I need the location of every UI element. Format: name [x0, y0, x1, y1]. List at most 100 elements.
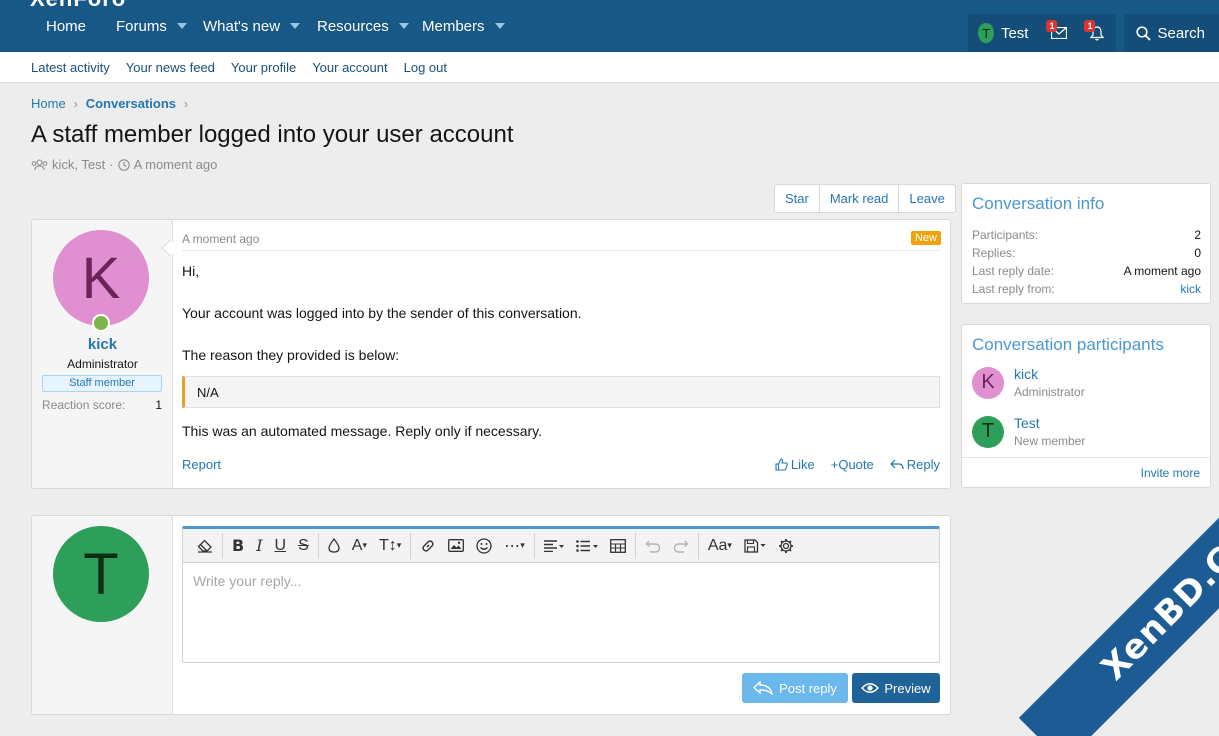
inbox-count-badge: 1	[1046, 20, 1058, 32]
table-icon[interactable]	[604, 533, 632, 559]
participants-title: Conversation participants	[972, 335, 1164, 354]
info-label: Last reply date:	[972, 264, 1055, 278]
font-style-icon[interactable]: Aa ▾	[702, 533, 738, 559]
message-date[interactable]: A moment ago	[182, 232, 259, 246]
avatar[interactable]: T	[972, 415, 1004, 448]
reply-input[interactable]: Write your reply...	[193, 573, 301, 589]
reaction-score-label: Reaction score:	[42, 398, 126, 412]
toolbar-separator	[410, 532, 412, 559]
subnav-profile[interactable]: Your profile	[231, 60, 296, 75]
nav-tab-label: Resources	[317, 17, 389, 35]
participant-info: kick Administrator	[1014, 366, 1085, 399]
nav-tab-resources[interactable]: Resources	[317, 0, 409, 52]
nav-tab-whats-new[interactable]: What's new	[203, 0, 301, 52]
underline-icon[interactable]: U	[269, 533, 293, 559]
participant-name[interactable]: Test	[1014, 415, 1085, 431]
redo-icon[interactable]	[667, 533, 695, 559]
message-author[interactable]: kick	[32, 336, 173, 353]
avatar[interactable]: T	[53, 526, 149, 622]
avatar[interactable]: K	[972, 366, 1004, 399]
nav-tab-label: Members	[422, 17, 485, 35]
subnav-account[interactable]: Your account	[312, 60, 387, 75]
nav-tab-members[interactable]: Members	[422, 0, 505, 52]
conversation-message: K kick Administrator Staff member Reacti…	[31, 219, 951, 489]
reaction-score: Reaction score: 1	[42, 398, 162, 412]
reply-button[interactable]: Reply	[889, 457, 940, 472]
account-menu[interactable]: T Test	[968, 14, 1041, 52]
account-nav: T Test 1 1 Search	[968, 14, 1219, 52]
editor-toolbar: B I U S A ▾ T↕ ▾ ⋯ ▾ Aa ▾	[183, 529, 939, 563]
preview-label: Preview	[884, 680, 931, 696]
message-footer: Report Like +Quote Reply	[182, 457, 940, 472]
subnav-news-feed[interactable]: Your news feed	[126, 60, 215, 75]
participant-item: T Test New member	[972, 415, 1085, 448]
account-username: Test	[1000, 24, 1029, 42]
text-color-icon[interactable]	[322, 533, 346, 559]
strikethrough-icon[interactable]: S	[292, 533, 315, 559]
participant-role: Administrator	[1014, 385, 1085, 399]
participant-name[interactable]: kick	[1014, 366, 1085, 382]
align-icon[interactable]	[538, 533, 570, 559]
toolbar-separator	[222, 532, 223, 559]
bold-icon[interactable]: B	[226, 533, 250, 559]
participant-names[interactable]: kick, Test	[52, 157, 105, 172]
preview-button[interactable]: Preview	[852, 673, 940, 703]
drafts-icon[interactable]	[738, 533, 772, 559]
quote-button[interactable]: +Quote	[831, 457, 874, 472]
quote-block: N/A	[182, 376, 940, 408]
info-label: Replies:	[972, 246, 1016, 260]
eye-icon	[861, 683, 880, 693]
gear-icon[interactable]	[772, 533, 800, 559]
reply-icon	[889, 459, 904, 470]
more-options-icon[interactable]: ⋯ ▾	[498, 533, 531, 559]
conversation-actions: Star Mark read Leave	[774, 184, 956, 213]
info-row: Last reply from: kick	[972, 282, 1201, 300]
breadcrumb-home[interactable]: Home	[31, 96, 66, 111]
avatar[interactable]: K	[53, 230, 149, 326]
list-icon[interactable]	[570, 533, 604, 559]
image-icon[interactable]	[442, 533, 470, 559]
message-line: Hi,	[182, 263, 200, 279]
reply-user-panel: T	[32, 516, 173, 714]
divider	[182, 250, 940, 251]
avatar: T	[978, 23, 994, 43]
subnav-latest-activity[interactable]: Latest activity	[31, 60, 110, 75]
chevron-down-icon[interactable]	[176, 23, 187, 29]
chevron-right-icon: ›	[184, 96, 188, 111]
alerts-button[interactable]: 1	[1078, 14, 1117, 52]
leave-button[interactable]: Leave	[899, 185, 954, 212]
invite-more-link[interactable]: Invite more	[962, 457, 1210, 487]
reaction-score-value: 1	[155, 398, 162, 412]
clear-formatting-icon[interactable]	[191, 533, 219, 559]
page-title: A staff member logged into your user acc…	[31, 121, 514, 148]
mark-read-button[interactable]: Mark read	[820, 185, 900, 212]
search-button[interactable]: Search	[1124, 14, 1219, 52]
conversation-info-list: Participants: 2 Replies: 0 Last reply da…	[972, 228, 1201, 300]
nav-tab-forums[interactable]: Forums	[116, 0, 187, 52]
message-actions: Like +Quote Reply	[775, 457, 940, 472]
like-button[interactable]: Like	[775, 457, 815, 472]
star-button[interactable]: Star	[775, 185, 820, 212]
chevron-down-icon[interactable]	[494, 23, 505, 29]
font-family-icon[interactable]: A ▾	[346, 533, 373, 559]
report-link[interactable]: Report	[182, 457, 221, 472]
breadcrumb-conversations[interactable]: Conversations	[86, 96, 176, 111]
top-navigation: XenForo Home Forums What's new Resources…	[0, 0, 1219, 52]
link-icon[interactable]	[414, 533, 442, 559]
font-size-icon[interactable]: T↕ ▾	[373, 533, 407, 559]
info-value: 0	[1194, 246, 1201, 260]
subnav-log-out[interactable]: Log out	[404, 60, 447, 75]
nav-tab-home[interactable]: Home	[46, 0, 86, 52]
inbox-button[interactable]: 1	[1040, 14, 1079, 52]
conversation-time: A moment ago	[133, 157, 218, 172]
participant-role: New member	[1014, 434, 1086, 448]
last-reply-user-link[interactable]: kick	[1180, 282, 1201, 300]
post-reply-button[interactable]: Post reply	[742, 673, 848, 703]
chevron-down-icon[interactable]	[398, 23, 409, 29]
undo-icon[interactable]	[639, 533, 667, 559]
italic-icon[interactable]: I	[250, 533, 268, 559]
chevron-down-icon[interactable]	[290, 23, 301, 29]
user-title: Administrator	[67, 357, 138, 371]
smilie-icon[interactable]	[470, 533, 498, 559]
staff-badge: Staff member	[42, 375, 162, 392]
